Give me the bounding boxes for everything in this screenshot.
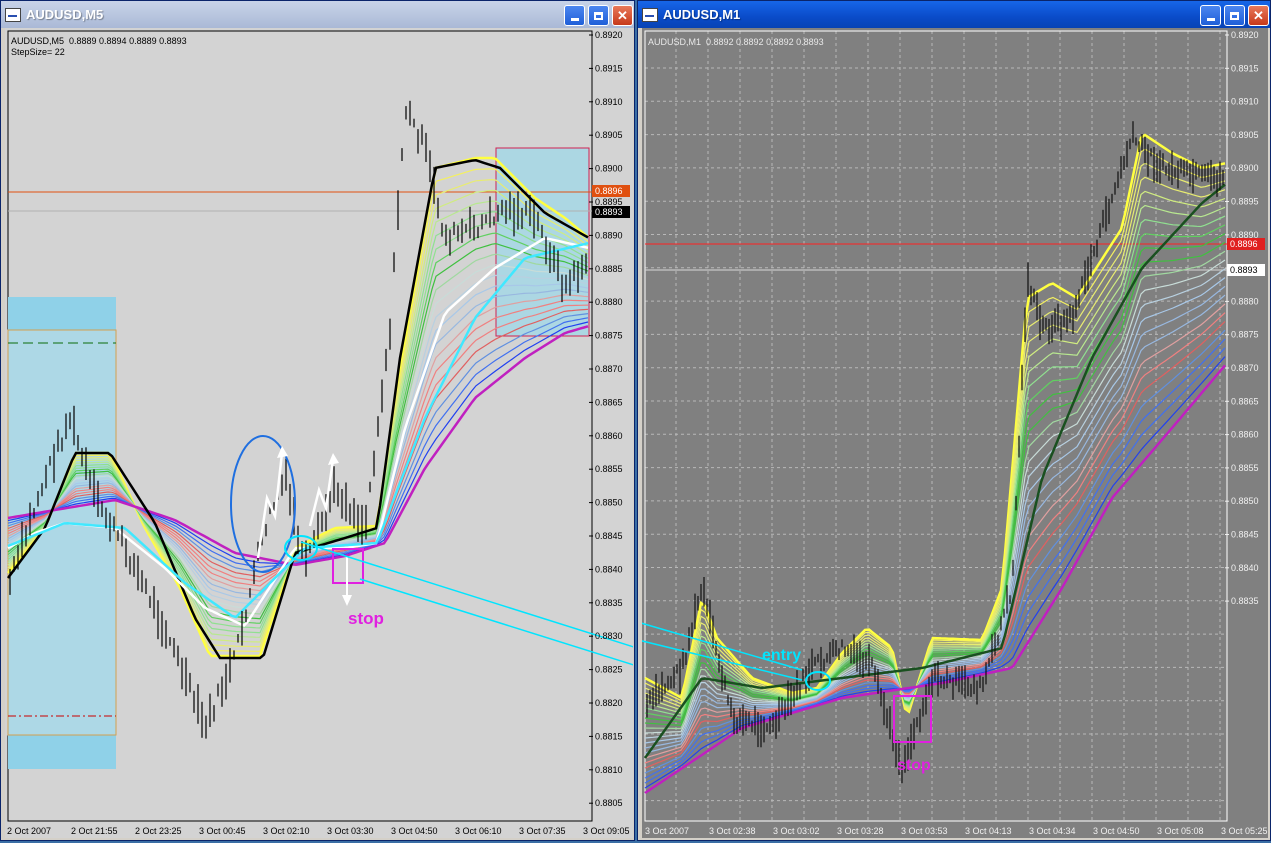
title-bar-m5[interactable]: AUDUSD,M5 ✕ <box>1 1 634 28</box>
time-label: 3 Oct 06:10 <box>455 826 502 836</box>
price-label: 0.8875 <box>1231 330 1259 340</box>
time-label: 3 Oct 03:53 <box>901 826 948 836</box>
price-label: 0.8815 <box>595 731 623 741</box>
time-label: 3 Oct 04:13 <box>965 826 1012 836</box>
price-label: 0.8890 <box>595 230 623 240</box>
price-label: 0.8920 <box>1231 30 1259 40</box>
entry-label: entry <box>762 647 801 664</box>
price-label: 0.8900 <box>1231 163 1259 173</box>
time-label: 3 Oct 05:25 <box>1221 826 1268 836</box>
price-label: 0.8840 <box>595 564 623 574</box>
time-label: 2 Oct 21:55 <box>71 826 118 836</box>
price-label: 0.8865 <box>1231 396 1259 406</box>
time-label: 3 Oct 04:34 <box>1029 826 1076 836</box>
maximize-icon <box>1230 11 1239 20</box>
price-label: 0.8885 <box>595 264 623 274</box>
price-label: 0.8855 <box>595 464 623 474</box>
time-label: 2 Oct 23:25 <box>135 826 182 836</box>
title-bar-m1[interactable]: AUDUSD,M1 ✕ <box>638 1 1270 28</box>
price-tag-white: 0.8893 <box>1230 265 1258 275</box>
price-tag-red: 0.8896 <box>595 186 623 196</box>
minimize-icon <box>1206 18 1215 21</box>
price-label: 0.8865 <box>595 397 623 407</box>
price-label: 0.8905 <box>1231 130 1259 140</box>
app-icon <box>5 7 21 22</box>
minimize-button[interactable] <box>1200 5 1221 26</box>
price-label: 0.8805 <box>595 798 623 808</box>
price-label: 0.8920 <box>595 30 623 40</box>
price-label: 0.8875 <box>595 331 623 341</box>
price-chart-m5[interactable]: stop AUDUSD,M5 0.8889 0.8894 0.8889 0.88… <box>5 28 638 838</box>
time-label: 3 Oct 03:30 <box>327 826 374 836</box>
price-label: 0.8825 <box>595 665 623 675</box>
window-title-m5: AUDUSD,M5 <box>26 7 104 22</box>
close-button[interactable]: ✕ <box>612 5 633 26</box>
symbol-info: AUDUSD,M5 0.8889 0.8894 0.8889 0.8893 <box>11 36 187 46</box>
step-size-info: StepSize= 22 <box>11 47 65 57</box>
time-label: 3 Oct 03:02 <box>773 826 820 836</box>
time-label: 3 Oct 00:45 <box>199 826 246 836</box>
price-label: 0.8880 <box>1231 296 1259 306</box>
price-chart-m1[interactable]: entry stop AUDUSD,M1 0.8892 0.8892 0.889… <box>633 28 1268 838</box>
price-tag-red: 0.8896 <box>1230 239 1258 249</box>
price-label: 0.8880 <box>595 297 623 307</box>
time-label: 3 Oct 07:35 <box>519 826 566 836</box>
time-label: 3 Oct 09:05 <box>583 826 630 836</box>
price-label: 0.8850 <box>595 498 623 508</box>
price-label: 0.8835 <box>1231 596 1259 606</box>
time-label: 3 Oct 02:38 <box>709 826 756 836</box>
time-label: 3 Oct 02:10 <box>263 826 310 836</box>
price-label: 0.8895 <box>595 197 623 207</box>
close-icon: ✕ <box>617 7 628 23</box>
time-label: 3 Oct 03:28 <box>837 826 884 836</box>
price-label: 0.8840 <box>1231 563 1259 573</box>
price-label: 0.8860 <box>1231 430 1259 440</box>
price-label: 0.8915 <box>595 63 623 73</box>
price-label: 0.8855 <box>1231 463 1259 473</box>
price-label: 0.8915 <box>1231 63 1259 73</box>
price-label: 0.8810 <box>595 765 623 775</box>
price-label: 0.8845 <box>1231 530 1259 540</box>
stop-label: stop <box>897 757 931 774</box>
price-label: 0.8850 <box>1231 496 1259 506</box>
price-label: 0.8870 <box>1231 363 1259 373</box>
close-button[interactable]: ✕ <box>1248 5 1269 26</box>
price-label: 0.8895 <box>1231 197 1259 207</box>
price-label: 0.8900 <box>595 164 623 174</box>
price-label: 0.8870 <box>595 364 623 374</box>
window-title-m1: AUDUSD,M1 <box>663 7 741 22</box>
price-label: 0.8820 <box>595 698 623 708</box>
price-label: 0.8830 <box>595 631 623 641</box>
chart-window-m5[interactable]: AUDUSD,M5 ✕ stop AUDUSD,M5 0.8889 0.8894… <box>0 0 638 841</box>
time-label: 2 Oct 2007 <box>7 826 51 836</box>
time-label: 3 Oct 04:50 <box>1093 826 1140 836</box>
maximize-button[interactable] <box>1224 5 1245 26</box>
price-label: 0.8910 <box>595 97 623 107</box>
price-label: 0.8905 <box>595 130 623 140</box>
price-tag-black: 0.8893 <box>595 207 623 217</box>
app-icon <box>642 7 658 22</box>
price-label: 0.8835 <box>595 598 623 608</box>
time-label: 3 Oct 04:50 <box>391 826 438 836</box>
time-label: 3 Oct 2007 <box>645 826 689 836</box>
price-label: 0.8860 <box>595 431 623 441</box>
session-box-inner <box>7 329 117 736</box>
price-label: 0.8910 <box>1231 97 1259 107</box>
chart-window-m1[interactable]: AUDUSD,M1 ✕ entry stop AUDUSD,M1 0.8892 … <box>633 0 1271 841</box>
maximize-button[interactable] <box>588 5 609 26</box>
stop-label: stop <box>348 609 384 628</box>
close-icon: ✕ <box>1253 7 1264 23</box>
maximize-icon <box>594 11 603 20</box>
minimize-button[interactable] <box>564 5 585 26</box>
time-label: 3 Oct 05:08 <box>1157 826 1204 836</box>
symbol-info: AUDUSD,M1 0.8892 0.8892 0.8892 0.8893 <box>648 37 824 47</box>
price-label: 0.8845 <box>595 531 623 541</box>
minimize-icon <box>570 18 579 21</box>
